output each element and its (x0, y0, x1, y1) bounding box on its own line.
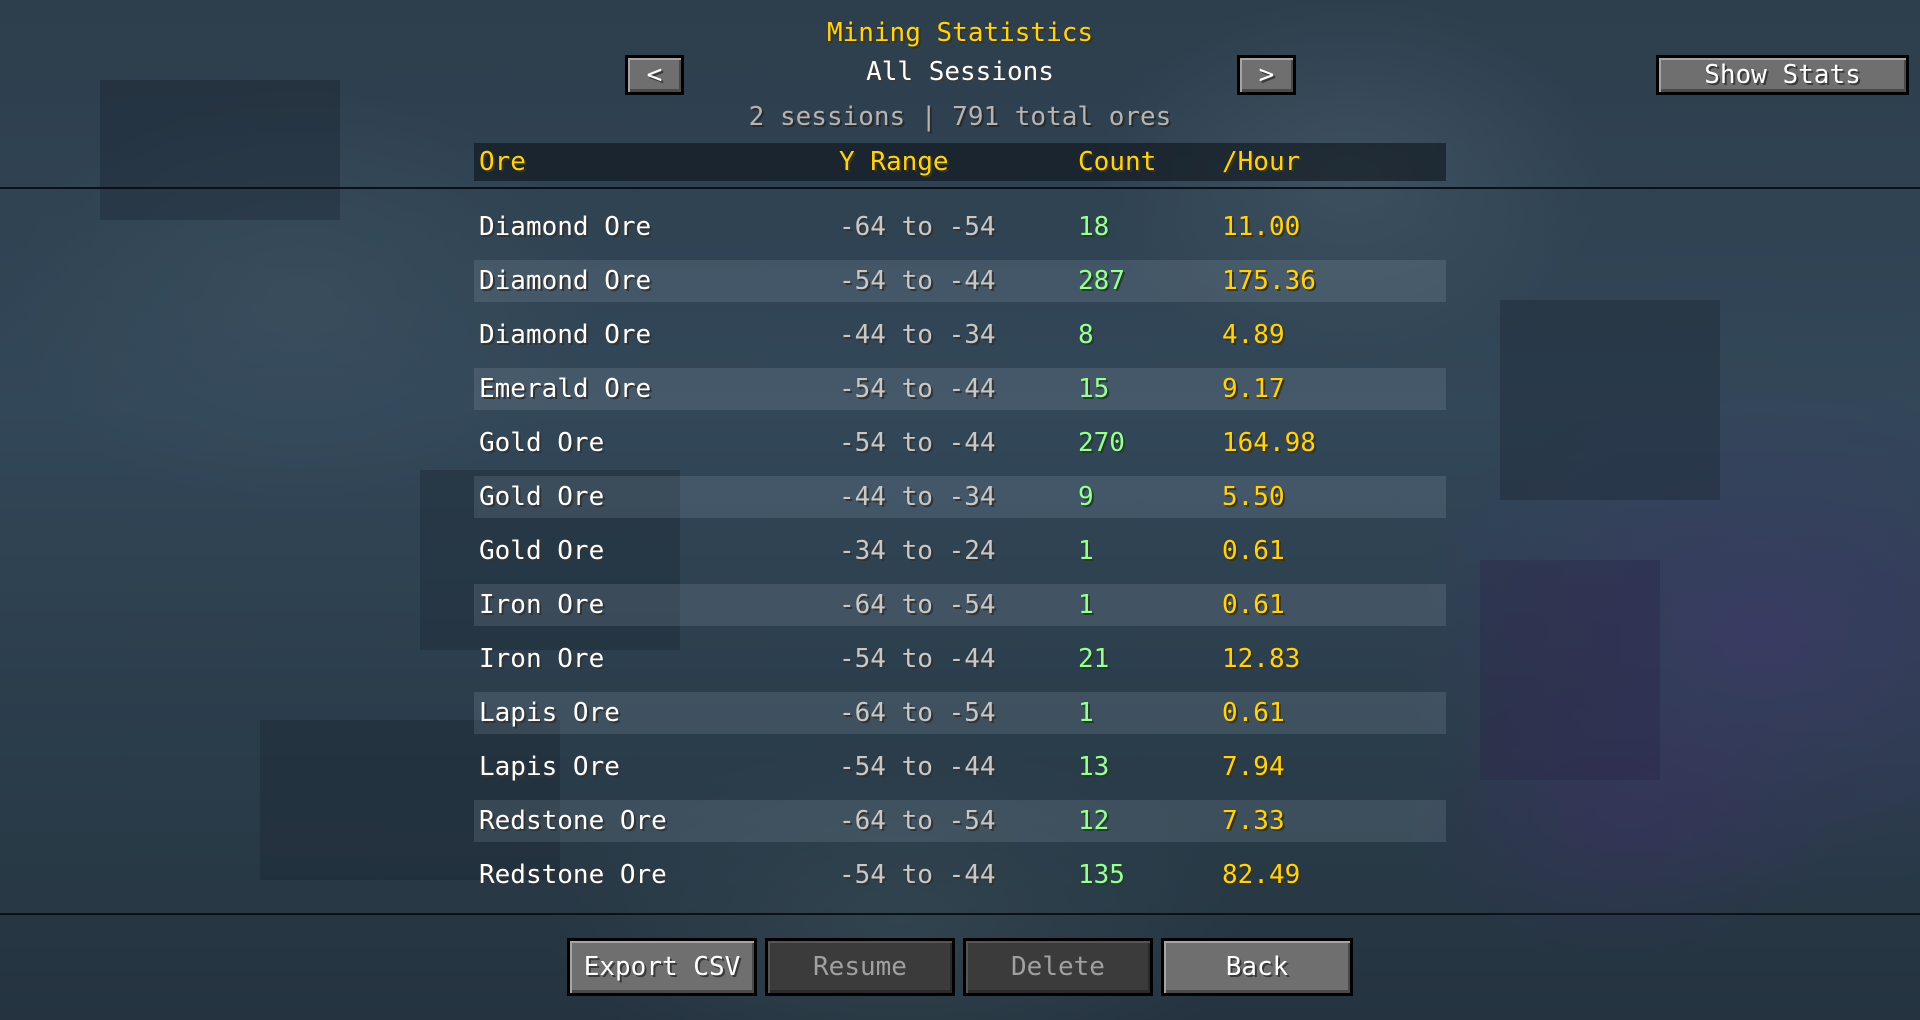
table-row: Redstone Ore -54 to -44 135 82.49 (474, 848, 1446, 902)
ore-count: 13 (1078, 752, 1110, 782)
table-row: Lapis Ore -54 to -44 13 7.94 (474, 740, 1446, 794)
ore-name: Iron Ore (479, 590, 605, 620)
list-bottom-divider (0, 913, 1920, 915)
column-header-ore[interactable]: Ore (479, 147, 526, 177)
ores-per-hour: 0.61 (1222, 590, 1285, 620)
ore-name: Redstone Ore (479, 806, 667, 836)
table-row: Diamond Ore -54 to -44 287 175.36 (474, 260, 1446, 302)
ore-count: 1 (1078, 698, 1094, 728)
y-range: -54 to -44 (839, 374, 996, 404)
sessions-summary: 2 sessions | 791 total ores (748, 102, 1172, 132)
ores-per-hour: 12.83 (1222, 644, 1301, 674)
session-name: All Sessions (866, 57, 1054, 87)
next-session-button[interactable]: > (1237, 55, 1296, 95)
table-row: Diamond Ore -64 to -54 18 11.00 (474, 200, 1446, 254)
ores-per-hour: 7.33 (1222, 806, 1285, 836)
table-row: Iron Ore -64 to -54 1 0.61 (474, 584, 1446, 626)
y-range: -54 to -44 (839, 860, 996, 890)
y-range: -44 to -34 (839, 482, 996, 512)
table-header: Ore Y Range Count /Hour (474, 143, 1446, 181)
delete-button: Delete (963, 938, 1153, 996)
ore-name: Emerald Ore (479, 374, 652, 404)
ore-count: 8 (1078, 320, 1094, 350)
y-range: -54 to -44 (839, 752, 996, 782)
ores-per-hour: 0.61 (1222, 536, 1285, 566)
previous-session-button[interactable]: < (625, 55, 684, 95)
ore-name: Lapis Ore (479, 698, 620, 728)
ore-name: Diamond Ore (479, 266, 652, 296)
ore-name: Iron Ore (479, 644, 605, 674)
table-row: Redstone Ore -64 to -54 12 7.33 (474, 800, 1446, 842)
ores-per-hour: 164.98 (1222, 428, 1316, 458)
column-header-count[interactable]: Count (1078, 147, 1156, 177)
ores-per-hour: 7.94 (1222, 752, 1285, 782)
export-csv-button[interactable]: Export CSV (567, 938, 757, 996)
back-button[interactable]: Back (1161, 938, 1353, 996)
table-row: Lapis Ore -64 to -54 1 0.61 (474, 692, 1446, 734)
ore-name: Diamond Ore (479, 212, 652, 242)
ore-count: 270 (1078, 428, 1125, 458)
ore-count: 287 (1078, 266, 1125, 296)
ores-per-hour: 0.61 (1222, 698, 1285, 728)
ore-name: Gold Ore (479, 428, 605, 458)
ore-name: Gold Ore (479, 536, 605, 566)
show-stats-button[interactable]: Show Stats (1656, 55, 1909, 95)
y-range: -44 to -34 (839, 320, 996, 350)
ores-per-hour: 5.50 (1222, 482, 1285, 512)
ore-count: 1 (1078, 590, 1094, 620)
table-row: Gold Ore -44 to -34 9 5.50 (474, 476, 1446, 518)
y-range: -34 to -24 (839, 536, 996, 566)
ore-count: 9 (1078, 482, 1094, 512)
ore-count: 135 (1078, 860, 1125, 890)
y-range: -64 to -54 (839, 698, 996, 728)
y-range: -64 to -54 (839, 212, 996, 242)
ore-count: 18 (1078, 212, 1110, 242)
ore-count: 12 (1078, 806, 1110, 836)
y-range: -64 to -54 (839, 590, 996, 620)
ores-per-hour: 4.89 (1222, 320, 1285, 350)
ore-table: Diamond Ore -64 to -54 18 11.00 Diamond … (474, 200, 1446, 902)
ores-per-hour: 9.17 (1222, 374, 1285, 404)
y-range: -64 to -54 (839, 806, 996, 836)
y-range: -54 to -44 (839, 644, 996, 674)
ores-per-hour: 11.00 (1222, 212, 1301, 242)
y-range: -54 to -44 (839, 428, 996, 458)
ore-name: Gold Ore (479, 482, 605, 512)
list-top-divider (0, 187, 1920, 189)
resume-button: Resume (765, 938, 955, 996)
table-row: Emerald Ore -54 to -44 15 9.17 (474, 368, 1446, 410)
table-row: Diamond Ore -44 to -34 8 4.89 (474, 308, 1446, 362)
table-row: Iron Ore -54 to -44 21 12.83 (474, 632, 1446, 686)
screen-title: Mining Statistics (826, 18, 1094, 48)
column-header-y-range[interactable]: Y Range (839, 147, 949, 177)
y-range: -54 to -44 (839, 266, 996, 296)
ore-count: 21 (1078, 644, 1110, 674)
ore-name: Redstone Ore (479, 860, 667, 890)
ore-count: 1 (1078, 536, 1094, 566)
ore-count: 15 (1078, 374, 1110, 404)
ores-per-hour: 82.49 (1222, 860, 1301, 890)
ore-name: Lapis Ore (479, 752, 620, 782)
ore-name: Diamond Ore (479, 320, 652, 350)
ores-per-hour: 175.36 (1222, 266, 1316, 296)
table-row: Gold Ore -54 to -44 270 164.98 (474, 416, 1446, 470)
table-row: Gold Ore -34 to -24 1 0.61 (474, 524, 1446, 578)
column-header-per-hour[interactable]: /Hour (1222, 147, 1300, 177)
